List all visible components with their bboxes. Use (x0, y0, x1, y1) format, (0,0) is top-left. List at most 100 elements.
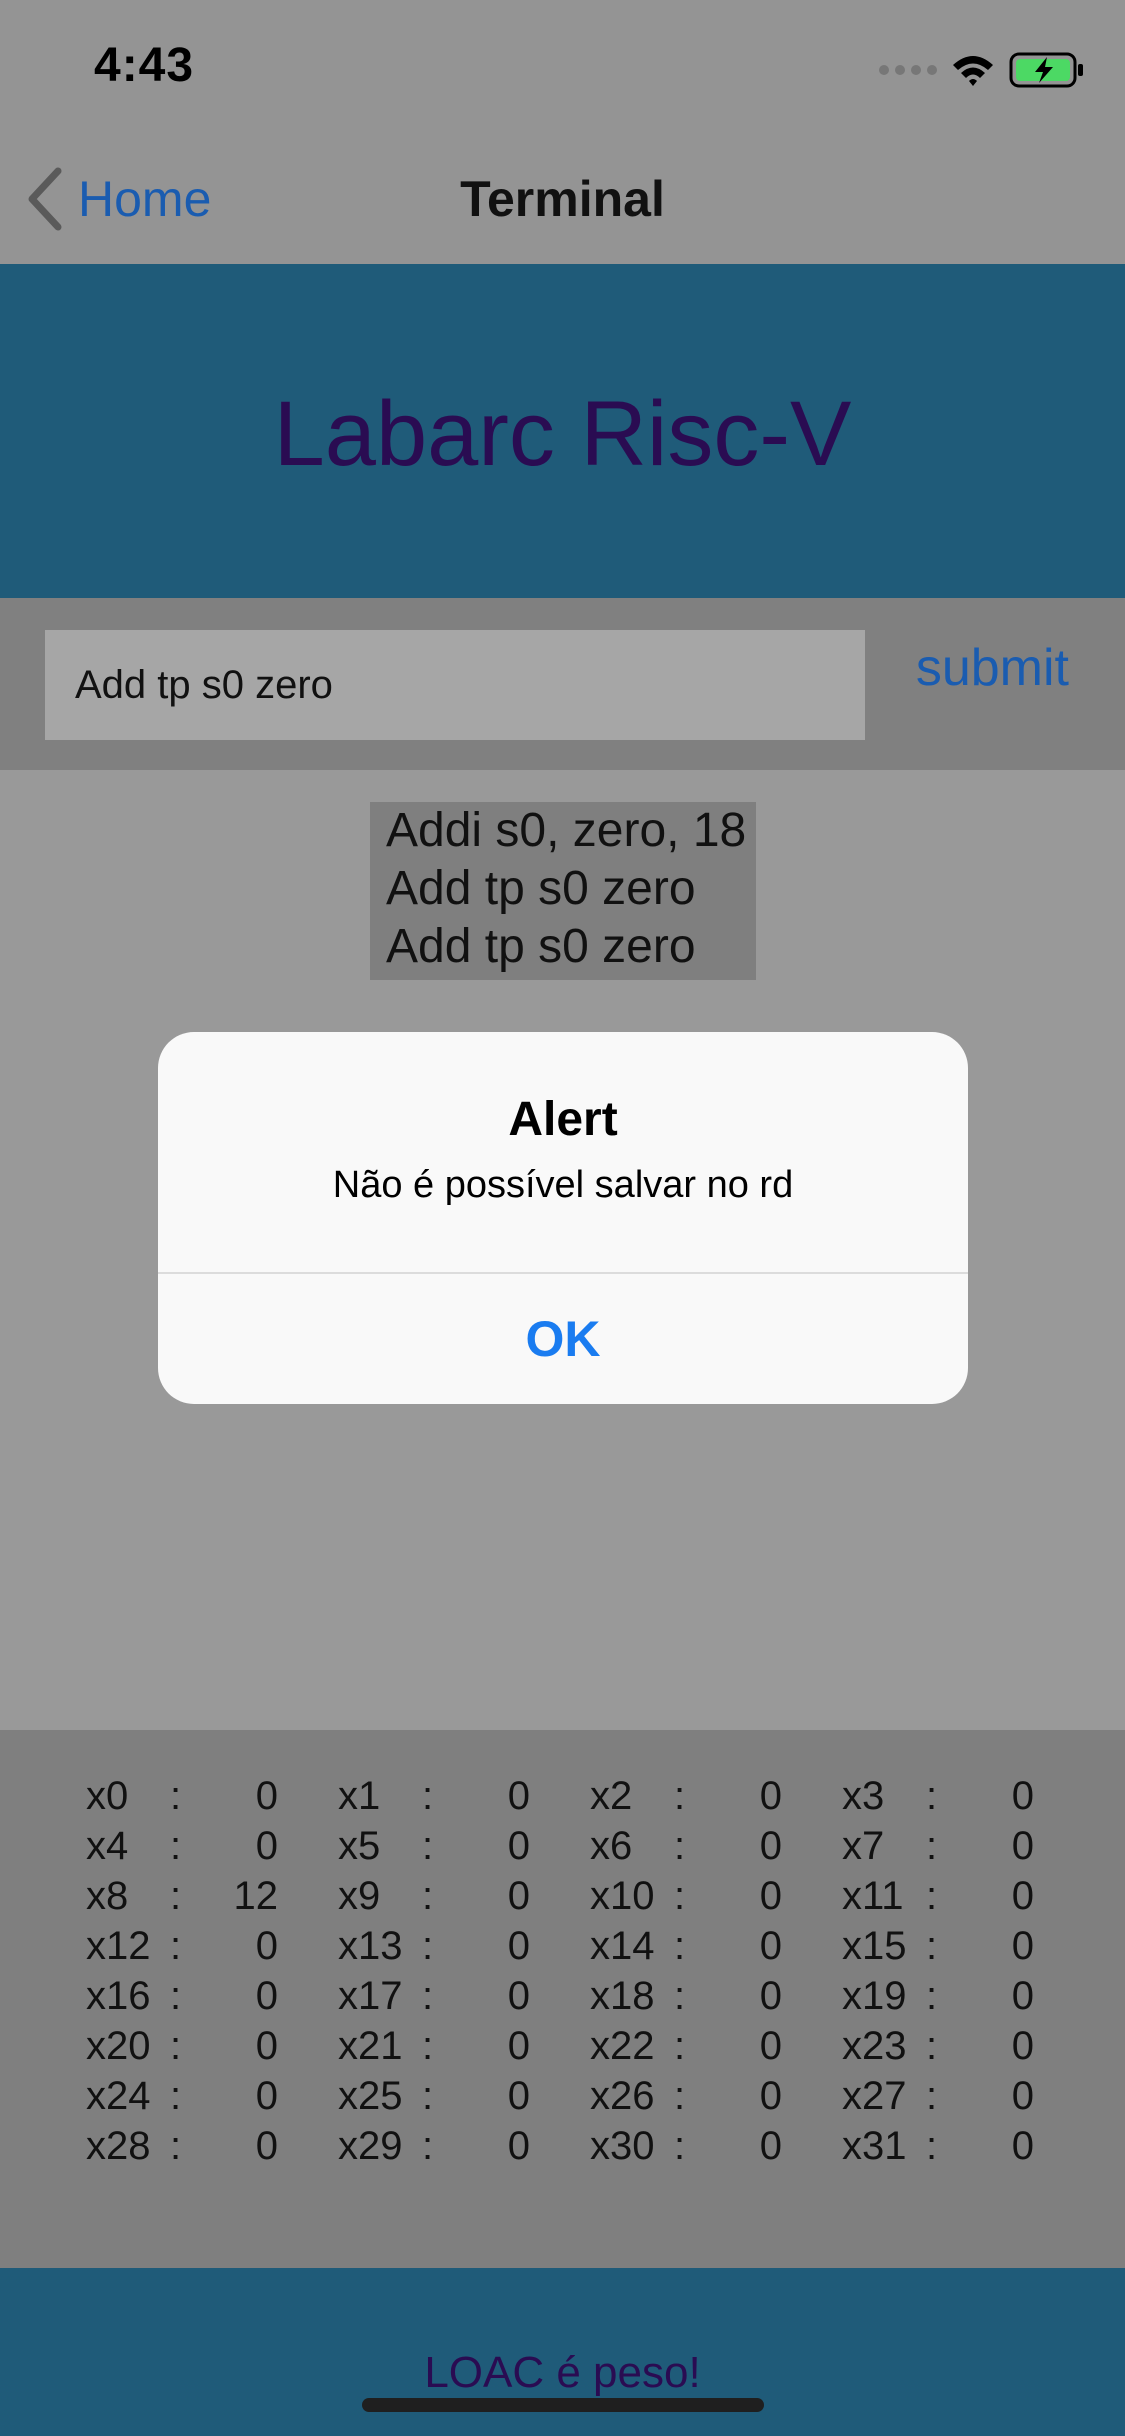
register-name: x30 (590, 2124, 655, 2168)
battery-charging-icon (1009, 52, 1083, 88)
register-value: 0 (759, 1924, 782, 1968)
register-name: x1 (338, 1774, 381, 1818)
register-separator: : (170, 2074, 182, 2118)
register-separator: : (674, 1824, 686, 1868)
register-name: x31 (842, 2124, 907, 2168)
register-value: 0 (507, 1774, 530, 1818)
alert-dialog: Alert Não é possível salvar no rd OK (158, 1032, 968, 1404)
submit-button[interactable]: submit (916, 638, 1069, 698)
register-value: 0 (1011, 1774, 1034, 1818)
history-line: Addi s0, zero, 18 (386, 804, 747, 857)
register-x20: x20: 0 (86, 2024, 338, 2074)
alert-ok-button[interactable]: OK (158, 1274, 968, 1404)
home-indicator[interactable] (362, 2398, 764, 2412)
register-value: 0 (255, 1974, 278, 2018)
register-value: 0 (255, 1824, 278, 1868)
register-name: x23 (842, 2024, 907, 2068)
register-x15: x15: 0 (842, 1924, 1094, 1974)
register-name: x28 (86, 2124, 151, 2168)
register-name: x14 (590, 1924, 655, 1968)
register-value: 0 (255, 2074, 278, 2118)
register-x11: x11: 0 (842, 1874, 1094, 1924)
register-x9: x9: 0 (338, 1874, 590, 1924)
register-x7: x7: 0 (842, 1824, 1094, 1874)
alert-title: Alert (508, 1093, 618, 1146)
register-separator: : (422, 2124, 434, 2168)
register-value: 0 (759, 1774, 782, 1818)
register-separator: : (422, 1874, 434, 1918)
register-name: x3 (842, 1774, 885, 1818)
register-x12: x12: 0 (86, 1924, 338, 1974)
register-value: 0 (507, 2024, 530, 2068)
register-value: 0 (1011, 1924, 1034, 1968)
command-history: Addi s0, zero, 18 Add tp s0 zero Add tp … (370, 802, 756, 980)
register-x19: x19: 0 (842, 1974, 1094, 2024)
register-x30: x30: 0 (590, 2124, 842, 2174)
wifi-icon (953, 56, 993, 86)
register-x3: x3: 0 (842, 1774, 1094, 1824)
register-value: 0 (759, 2024, 782, 2068)
register-name: x17 (338, 1974, 403, 2018)
register-separator: : (674, 2024, 686, 2068)
footer-text: LOAC é peso! (424, 2348, 701, 2397)
register-value: 0 (1011, 2024, 1034, 2068)
app-header: Labarc Risc-V (0, 264, 1125, 598)
register-name: x21 (338, 2024, 403, 2068)
register-x29: x29: 0 (338, 2124, 590, 2174)
register-value: 0 (507, 1824, 530, 1868)
register-separator: : (422, 2024, 434, 2068)
register-name: x5 (338, 1824, 381, 1868)
signal-dots-icon (879, 65, 937, 75)
register-separator: : (170, 2124, 182, 2168)
register-separator: : (674, 1874, 686, 1918)
register-separator: : (674, 1974, 686, 2018)
command-input[interactable] (45, 630, 865, 740)
register-separator: : (170, 1874, 182, 1918)
register-x18: x18: 0 (590, 1974, 842, 2024)
register-separator: : (926, 1974, 938, 2018)
alert-message: Não é possível salvar no rd (332, 1164, 794, 1206)
register-x10: x10: 0 (590, 1874, 842, 1924)
register-x13: x13: 0 (338, 1924, 590, 1974)
register-separator: : (170, 1824, 182, 1868)
register-value: 0 (759, 1824, 782, 1868)
register-value: 0 (759, 1874, 782, 1918)
register-value: 0 (507, 2124, 530, 2168)
register-grid: x0: 0 x1: 0 x2: 0 x3: 0 x4: 0 x5: 0 x6: 0 x7: 0 x8: 12 x9:… (86, 1774, 1094, 2174)
register-separator: : (674, 2124, 686, 2168)
register-separator: : (170, 1774, 182, 1818)
register-separator: : (926, 1824, 938, 1868)
register-separator: : (674, 1774, 686, 1818)
register-value: 0 (507, 1874, 530, 1918)
history-line: Add tp s0 zero (386, 862, 696, 915)
register-x6: x6: 0 (590, 1824, 842, 1874)
register-separator: : (170, 2024, 182, 2068)
register-x22: x22: 0 (590, 2024, 842, 2074)
register-name: x0 (86, 1774, 129, 1818)
register-x8: x8: 12 (86, 1874, 338, 1924)
register-x31: x31: 0 (842, 2124, 1094, 2174)
register-value: 0 (1011, 2124, 1034, 2168)
register-value: 0 (1011, 2074, 1034, 2118)
register-separator: : (170, 1924, 182, 1968)
status-time: 4:43 (94, 39, 195, 92)
register-name: x2 (590, 1774, 633, 1818)
register-value: 0 (1011, 1824, 1034, 1868)
register-x17: x17: 0 (338, 1974, 590, 2024)
register-name: x27 (842, 2074, 907, 2118)
register-value: 0 (759, 1974, 782, 2018)
register-name: x29 (338, 2124, 403, 2168)
app-title: Labarc Risc-V (273, 383, 852, 485)
status-bar: 4:43 (0, 0, 1125, 132)
register-separator: : (926, 2124, 938, 2168)
register-value: 0 (255, 2124, 278, 2168)
register-separator: : (926, 2074, 938, 2118)
register-value: 0 (1011, 1874, 1034, 1918)
register-value: 0 (255, 2024, 278, 2068)
register-separator: : (674, 1924, 686, 1968)
register-value: 0 (507, 1974, 530, 2018)
register-separator: : (926, 1874, 938, 1918)
register-x5: x5: 0 (338, 1824, 590, 1874)
register-panel: x0: 0 x1: 0 x2: 0 x3: 0 x4: 0 x5: 0 x6: 0 x7: 0 x8: 12 x9:… (0, 1730, 1125, 2268)
status-icons (879, 48, 1085, 92)
